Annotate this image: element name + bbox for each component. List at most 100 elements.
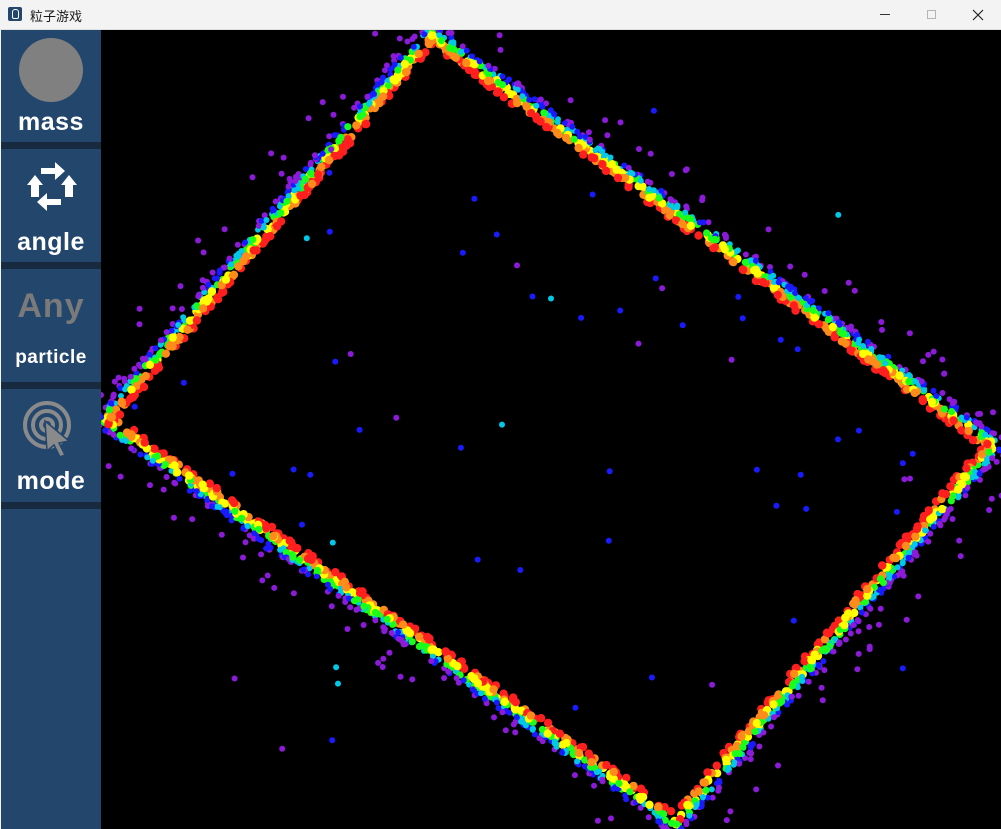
particle <box>314 170 323 179</box>
particle <box>720 245 730 254</box>
close-button[interactable] <box>955 0 1001 29</box>
particle <box>802 295 809 302</box>
particle <box>543 729 552 738</box>
particle <box>347 604 354 611</box>
particle <box>160 486 167 493</box>
particle <box>673 820 681 828</box>
particle <box>909 450 916 457</box>
particle <box>899 460 906 467</box>
particle <box>259 577 266 584</box>
particle <box>907 475 913 482</box>
particle <box>765 226 772 233</box>
particle <box>268 150 275 157</box>
particle <box>272 198 279 205</box>
particle <box>645 193 654 202</box>
minimize-icon <box>880 14 890 15</box>
particle <box>328 603 335 610</box>
particle <box>198 480 207 489</box>
particle <box>424 39 434 49</box>
particle <box>512 729 519 736</box>
particle <box>330 111 337 118</box>
particle <box>123 438 129 444</box>
particle <box>158 337 164 344</box>
particle <box>172 480 179 487</box>
particle <box>612 165 621 174</box>
particle <box>645 814 652 821</box>
particle <box>453 662 462 671</box>
particle <box>428 658 435 664</box>
particle <box>470 68 480 77</box>
particle <box>161 460 169 468</box>
particle <box>682 209 689 216</box>
particle <box>258 551 265 558</box>
particle <box>326 133 333 140</box>
particle <box>233 252 240 259</box>
particle <box>899 568 906 575</box>
particle <box>313 566 322 575</box>
particle <box>554 119 561 125</box>
particle <box>539 103 546 110</box>
particle <box>102 427 109 434</box>
particle <box>192 316 202 325</box>
particle <box>390 53 397 60</box>
particle <box>679 322 686 329</box>
particle <box>536 117 545 126</box>
particle <box>821 288 828 294</box>
particle <box>668 197 675 204</box>
particle <box>324 581 331 588</box>
particle <box>529 726 536 733</box>
particle <box>242 539 249 546</box>
particle <box>949 492 957 500</box>
minimize-button[interactable] <box>862 0 908 29</box>
particle <box>758 277 768 287</box>
particle <box>489 685 498 694</box>
particle <box>937 522 944 529</box>
particle <box>131 403 138 410</box>
maximize-icon <box>926 10 936 19</box>
angle-button[interactable]: angle <box>1 149 101 262</box>
particle <box>481 695 488 702</box>
maximize-button[interactable] <box>908 0 954 29</box>
particle <box>517 567 524 573</box>
particle <box>946 482 955 491</box>
particle <box>626 788 634 796</box>
particle <box>362 119 371 129</box>
particle <box>858 609 865 616</box>
particle <box>910 388 919 398</box>
particle <box>249 174 256 181</box>
particle-button[interactable]: Any particle <box>1 269 101 382</box>
particle <box>395 629 402 636</box>
particle <box>730 761 737 768</box>
particle <box>531 96 538 103</box>
particle <box>414 49 423 58</box>
particle <box>775 279 782 286</box>
particle <box>751 728 759 736</box>
particle <box>648 674 655 681</box>
particle <box>756 743 763 750</box>
particle <box>835 436 841 443</box>
particle <box>819 697 826 704</box>
particle <box>144 454 151 461</box>
particle <box>899 665 906 672</box>
mode-button[interactable]: mode <box>1 389 101 502</box>
particle <box>855 340 862 347</box>
particle <box>295 185 302 192</box>
divider <box>1 262 101 269</box>
particle <box>355 588 365 597</box>
particle <box>357 103 363 110</box>
particle <box>562 738 571 748</box>
particle <box>828 322 838 332</box>
particle <box>128 445 135 452</box>
particle <box>596 145 603 152</box>
particle <box>654 802 663 812</box>
particle <box>822 628 832 637</box>
particle <box>982 431 989 438</box>
particle <box>842 636 849 643</box>
particle <box>767 274 774 281</box>
particle <box>526 711 536 720</box>
particle <box>773 290 782 300</box>
mass-button[interactable]: mass <box>1 30 101 142</box>
simulation-canvas[interactable] <box>101 30 1001 829</box>
particle <box>933 393 940 399</box>
particle <box>771 714 777 721</box>
